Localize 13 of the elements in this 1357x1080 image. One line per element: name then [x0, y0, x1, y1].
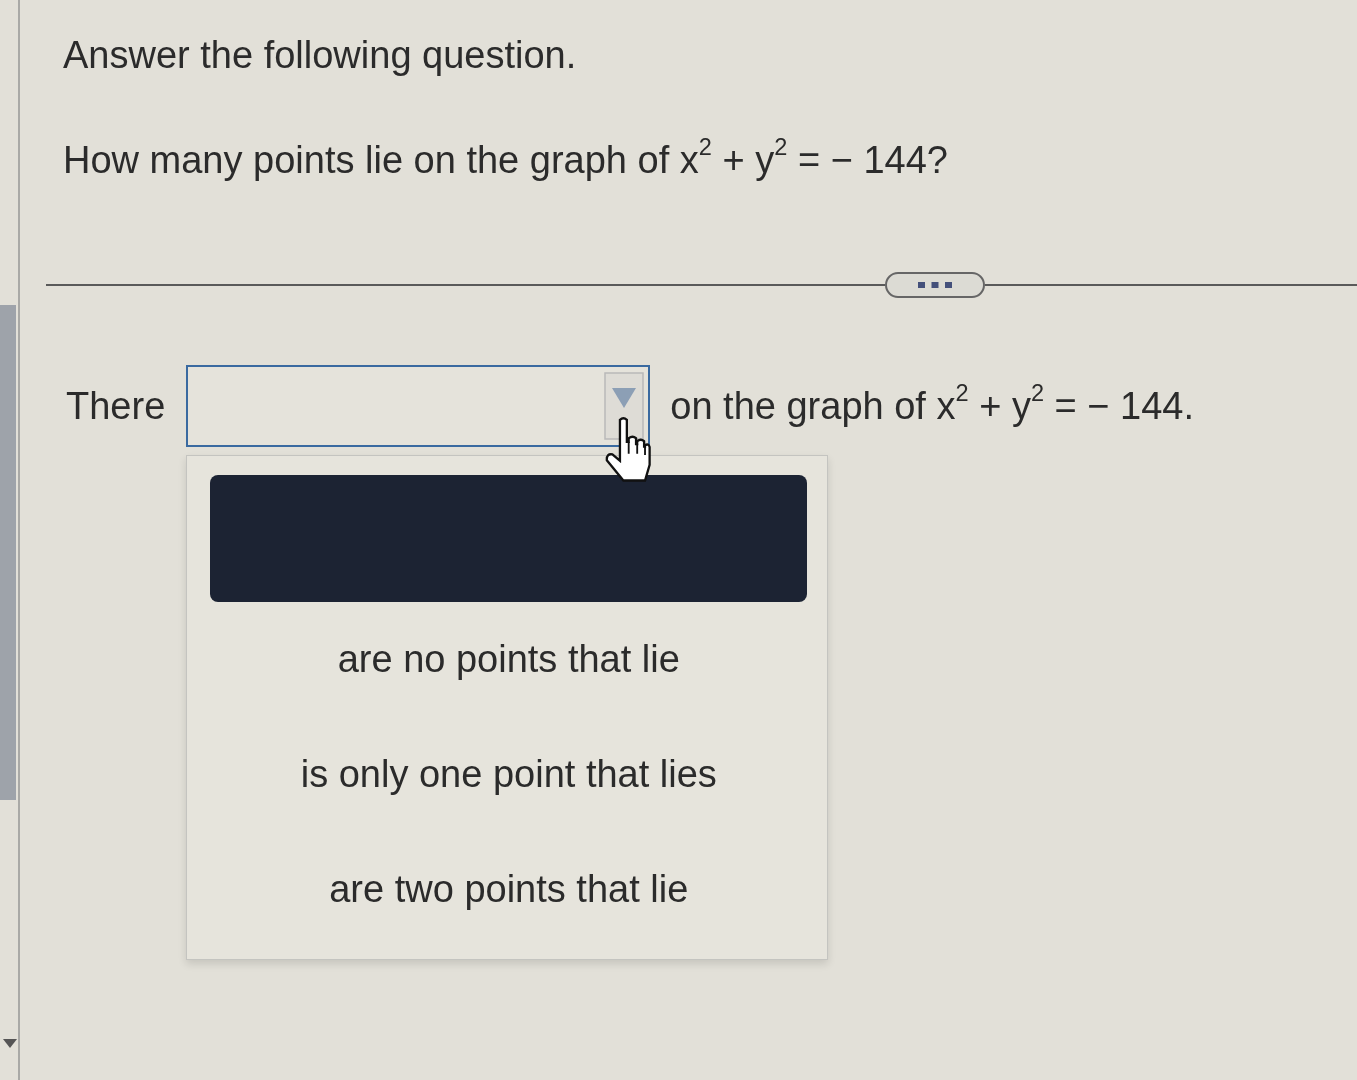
- hand-cursor-icon: [605, 415, 652, 483]
- dots-icon: [918, 282, 952, 288]
- dropdown-option[interactable]: is only one point that lies: [210, 717, 808, 832]
- more-button[interactable]: [885, 272, 985, 298]
- scrollbar-thumb[interactable]: [0, 305, 16, 800]
- dropdown-option[interactable]: are no points that lie: [210, 602, 808, 717]
- question-text: How many points lie on the graph of x$^{2}$ + y$^{2}$ = − 144?: [63, 135, 948, 183]
- scroll-down-arrow-icon[interactable]: [3, 1039, 17, 1048]
- instruction-text: Answer the following question.: [63, 33, 577, 78]
- answer-prefix-text: There: [66, 384, 166, 429]
- dropdown-option[interactable]: are two points that lie: [210, 832, 808, 947]
- answer-suffix-text: on the graph of x$^{2}$ + y$^{2}$ = − 144.: [670, 383, 1195, 429]
- answer-dropdown[interactable]: [186, 365, 651, 447]
